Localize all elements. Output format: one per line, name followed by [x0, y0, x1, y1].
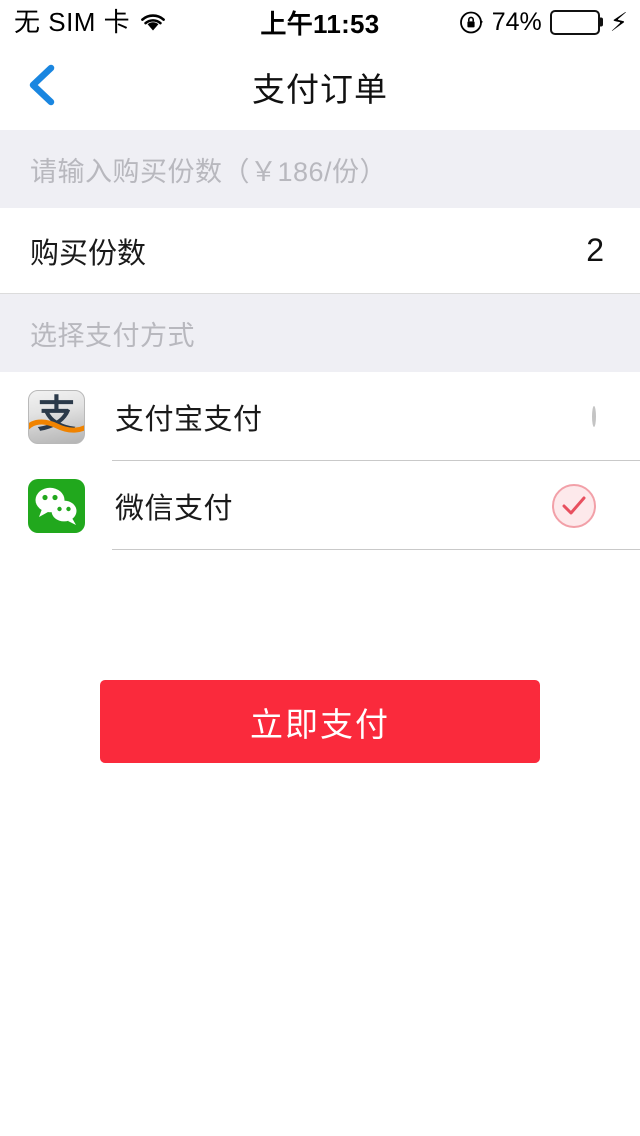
quantity-label: 购买份数: [30, 237, 147, 270]
payment-radio-wechat[interactable]: [552, 483, 596, 528]
alipay-icon: 支: [28, 389, 85, 444]
battery-percent-label: 74%: [491, 7, 542, 36]
radio-selected-check-icon: [552, 483, 596, 528]
navigation-bar: 支付订单: [0, 44, 640, 130]
page-title: 支付订单: [252, 71, 388, 108]
payment-method-label: 微信支付: [115, 492, 234, 525]
payment-method-alipay[interactable]: 支 支付宝支付: [0, 372, 640, 461]
lightning-bolt-icon: ⚡: [609, 7, 628, 37]
wechat-icon: [28, 478, 85, 533]
radio-unselected-icon: [592, 405, 596, 427]
payment-radio-alipay[interactable]: [592, 405, 596, 427]
payment-section-header: 选择支付方式: [0, 294, 640, 372]
battery-icon: [549, 9, 603, 35]
quantity-section-header: 请输入购买份数（￥186/份）: [0, 130, 640, 208]
battery-cap: [599, 17, 603, 27]
alipay-swoosh: [29, 419, 84, 433]
status-bar-right: 74% ⚡: [459, 0, 628, 44]
payment-method-label: 支付宝支付: [115, 403, 263, 436]
payment-method-list: 支 支付宝支付 微信支付: [0, 372, 640, 550]
status-bar: 无 SIM 卡 上午11:53 74% ⚡: [0, 0, 640, 44]
quantity-row[interactable]: 购买份数 2: [0, 208, 640, 294]
payment-method-wechat[interactable]: 微信支付: [0, 461, 640, 550]
quantity-value[interactable]: 2: [586, 232, 604, 269]
pay-now-button[interactable]: 立即支付: [100, 680, 540, 763]
payment-order-screen: 无 SIM 卡 上午11:53 74% ⚡ 支付订单 请输入购买份数（￥186/…: [0, 0, 640, 1136]
rotation-lock-icon: [459, 10, 484, 35]
